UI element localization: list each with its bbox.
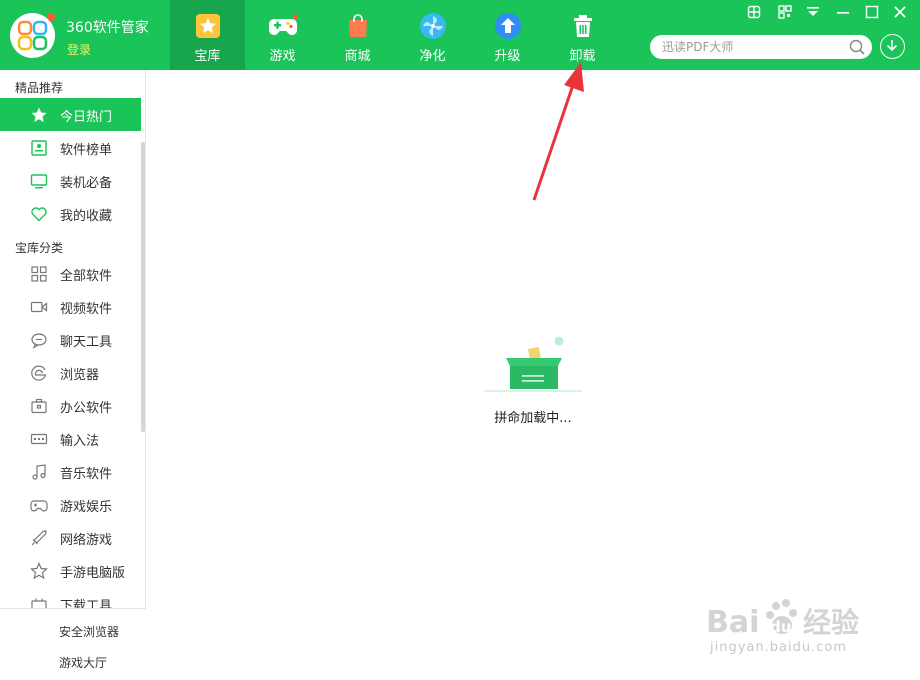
clean-fan-icon <box>420 13 446 39</box>
game-hall-link[interactable]: 游戏大厅 <box>59 654 107 671</box>
search-box <box>650 35 872 59</box>
annotation-arrow-icon <box>532 62 584 201</box>
sidebar-item-input-method[interactable]: 输入法 <box>0 422 141 455</box>
download-tool-icon <box>31 598 47 608</box>
trash-icon <box>574 15 592 37</box>
skin-icon[interactable] <box>746 4 762 20</box>
sidebar-item-video[interactable]: 视频软件 <box>0 290 141 323</box>
gamepad-icon <box>269 14 298 35</box>
sidebar-item-online-games[interactable]: 网络游戏 <box>0 521 141 554</box>
minimize-icon[interactable] <box>835 4 851 20</box>
svg-text:du: du <box>770 618 791 636</box>
sidebar-item-chat[interactable]: 聊天工具 <box>0 323 141 356</box>
sidebar-item-music[interactable]: 音乐软件 <box>0 455 141 488</box>
sidebar-item-label: 聊天工具 <box>60 335 113 350</box>
login-link[interactable]: 登录 <box>67 41 91 58</box>
sidebar-item-label: 视频软件 <box>60 302 113 317</box>
sidebar-item-game-entertainment[interactable]: 游戏娱乐 <box>0 488 141 521</box>
tab-treasury[interactable]: 宝库 <box>170 0 245 70</box>
sidebar-item-mobile-games-pc[interactable]: 手游电脑版 <box>0 554 141 587</box>
app-logo[interactable] <box>10 13 55 58</box>
sidebar-item-download-tools[interactable]: 下载工具 <box>0 587 141 608</box>
shopping-bag-icon <box>349 14 367 37</box>
svg-text:经验: 经验 <box>803 606 859 639</box>
notification-dot <box>47 13 55 21</box>
sidebar-item-label: 游戏娱乐 <box>60 500 113 515</box>
sidebar-item-all-software[interactable]: 全部软件 <box>0 257 141 290</box>
tab-store[interactable]: 商城 <box>320 0 395 70</box>
tab-label: 商城 <box>344 49 371 64</box>
sidebar-item-label: 办公软件 <box>60 401 113 416</box>
sidebar-item-label: 手游电脑版 <box>60 566 126 581</box>
sidebar-item-label: 装机必备 <box>60 176 113 191</box>
star-outline-icon <box>30 562 48 580</box>
sidebar-item-ranking[interactable]: 软件榜单 <box>0 131 141 164</box>
baidu-watermark-icon: Bai du 经验 <box>706 599 859 640</box>
menu-dropdown-icon[interactable] <box>805 4 821 20</box>
loading-box-icon <box>484 336 582 392</box>
app-window: 360软件管家 登录 宝库 游戏 商城 净化 升级 卸载 迅读PDF大师 精品推… <box>0 0 920 680</box>
sidebar-item-label: 浏览器 <box>60 368 100 383</box>
app-title: 360软件管家 <box>66 20 149 36</box>
heart-icon <box>31 207 47 222</box>
sidebar: 精品推荐 今日热门 软件榜单 装机必备 我的收藏 宝库分类 全部软件 视频软件 … <box>0 70 146 680</box>
browser-icon <box>31 365 47 381</box>
logo-icon <box>17 20 48 51</box>
search-input[interactable] <box>662 38 842 56</box>
video-icon <box>30 301 48 313</box>
sidebar-item-label: 全部软件 <box>60 269 113 284</box>
loading-text: 拼命加载中... <box>494 411 572 426</box>
tab-label: 游戏 <box>269 49 296 64</box>
sidebar-item-label: 输入法 <box>60 434 100 449</box>
ranking-icon <box>31 140 47 156</box>
briefcase-icon <box>31 398 47 414</box>
sidebar-item-label: 网络游戏 <box>60 533 113 548</box>
tab-upgrade[interactable]: 升级 <box>470 0 545 70</box>
search-icon[interactable] <box>848 38 866 56</box>
tab-label: 卸载 <box>569 49 596 64</box>
monitor-icon <box>30 174 48 189</box>
download-arrow-icon <box>886 40 898 52</box>
keyboard-icon <box>30 433 48 445</box>
sidebar-bottom-links: 安全浏览器 游戏大厅 <box>0 608 146 680</box>
upgrade-arrow-icon <box>495 13 521 39</box>
top-header: 360软件管家 登录 宝库 游戏 商城 净化 升级 卸载 迅读PDF大师 <box>0 0 920 70</box>
gamepad-outline-icon <box>30 500 48 512</box>
grid-icon <box>31 266 47 282</box>
tab-games[interactable]: 游戏 <box>245 0 320 70</box>
svg-text:Bai: Bai <box>706 605 759 640</box>
tab-uninstall[interactable]: 卸载 <box>545 0 620 70</box>
safe-browser-link[interactable]: 安全浏览器 <box>59 623 119 640</box>
star-icon <box>31 107 47 122</box>
maximize-icon[interactable] <box>864 4 880 20</box>
sidebar-item-office[interactable]: 办公软件 <box>0 389 141 422</box>
tab-clean[interactable]: 净化 <box>395 0 470 70</box>
section-title-featured: 精品推荐 <box>15 81 64 95</box>
sidebar-item-label: 今日热门 <box>60 110 113 125</box>
watermark-url: jingyan.baidu.com <box>710 640 847 655</box>
chat-icon <box>31 333 47 349</box>
music-icon <box>32 464 46 480</box>
qr-code-icon[interactable] <box>777 4 793 20</box>
sidebar-item-browser[interactable]: 浏览器 <box>0 356 141 389</box>
tab-label: 宝库 <box>194 49 221 64</box>
sidebar-item-essentials[interactable]: 装机必备 <box>0 164 141 197</box>
sidebar-item-label: 软件榜单 <box>60 143 113 158</box>
sidebar-item-today-hot[interactable]: 今日热门 <box>0 98 141 131</box>
sidebar-scrollbar[interactable] <box>141 142 145 432</box>
sidebar-item-label: 音乐软件 <box>60 467 113 482</box>
close-icon[interactable] <box>892 4 908 20</box>
sword-icon <box>31 530 47 546</box>
sidebar-item-label: 我的收藏 <box>60 209 113 224</box>
sidebar-item-favorites[interactable]: 我的收藏 <box>0 197 141 230</box>
tab-label: 净化 <box>419 49 446 64</box>
sidebar-item-label: 下载工具 <box>60 599 113 608</box>
tab-label: 升级 <box>494 49 521 64</box>
download-manager-button[interactable] <box>880 34 905 59</box>
star-badge-icon <box>196 14 220 38</box>
section-title-categories: 宝库分类 <box>15 241 64 255</box>
